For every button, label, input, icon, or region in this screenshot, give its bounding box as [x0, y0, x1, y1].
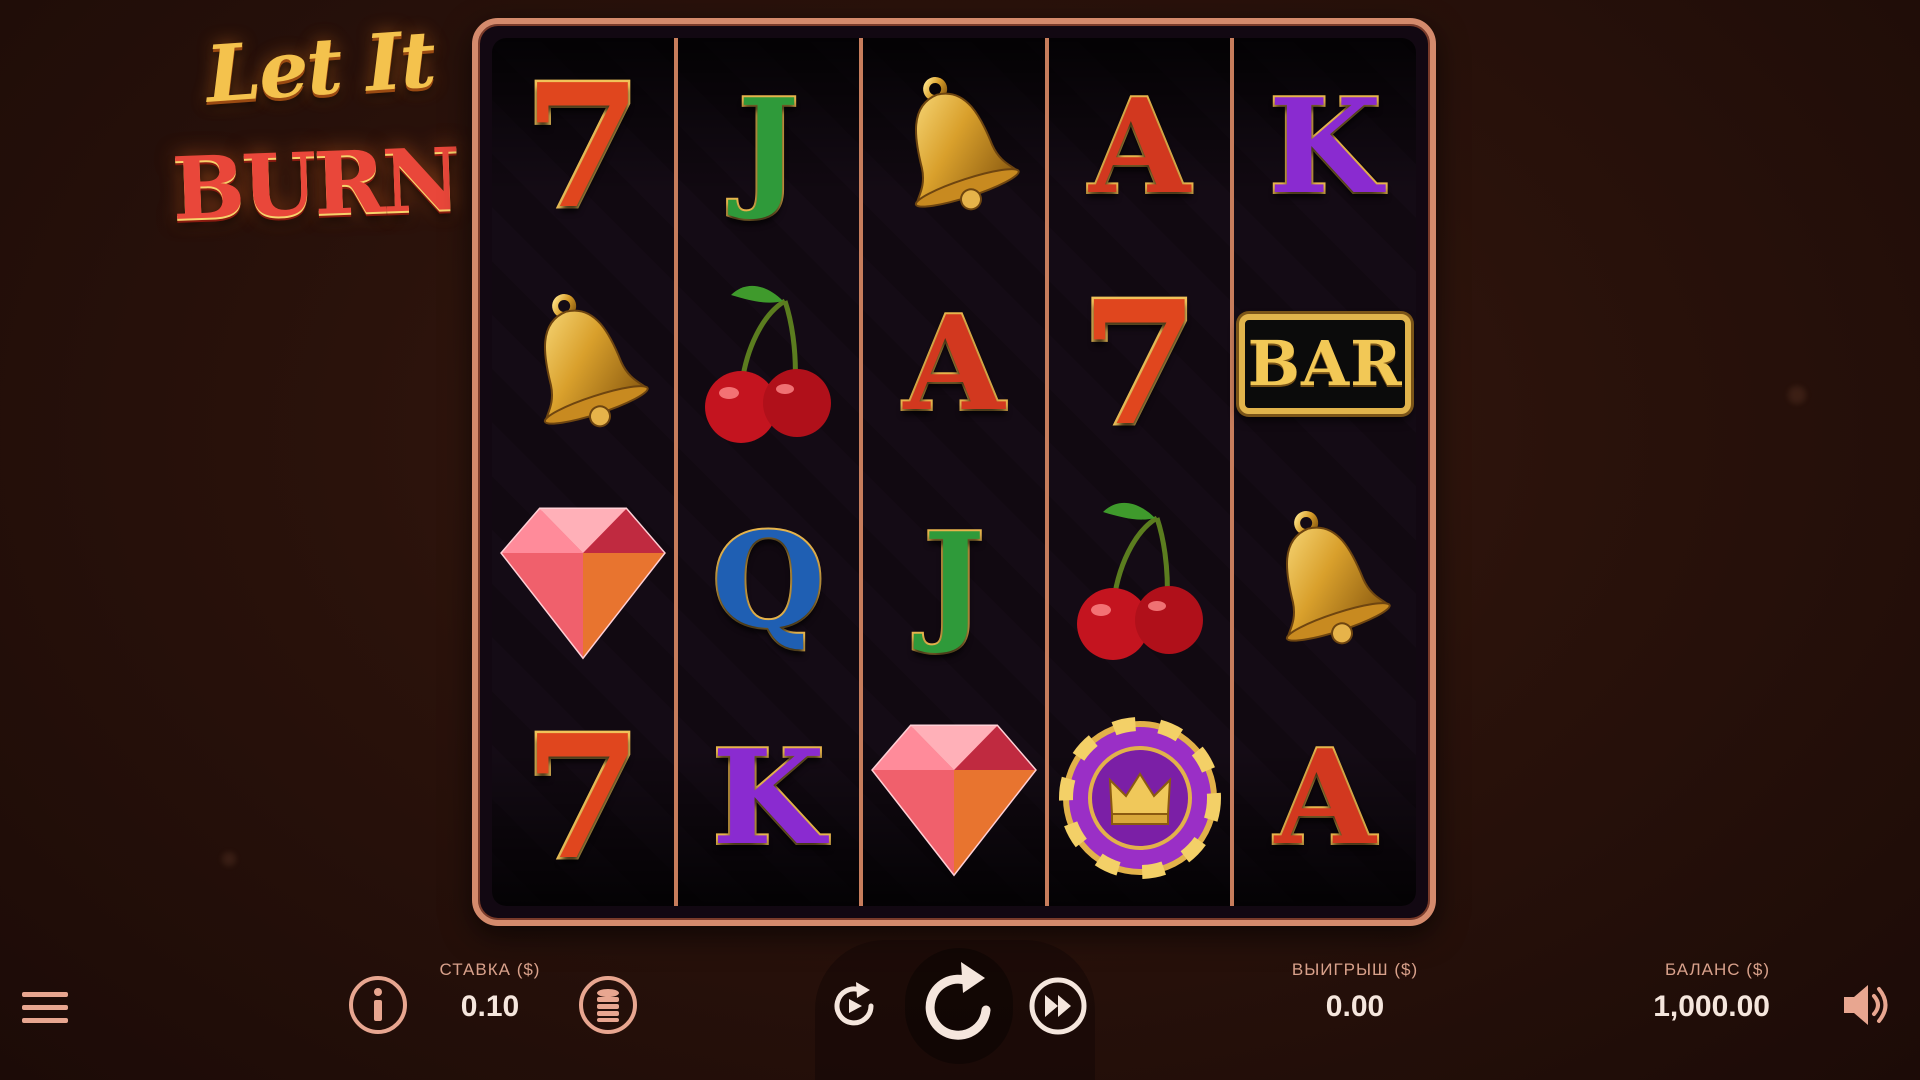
- reel-4: A7: [1048, 38, 1235, 906]
- balance-value: 1,000.00: [1653, 990, 1770, 1023]
- reel-cell: [1049, 689, 1231, 906]
- letter-symbol-k: K: [710, 720, 827, 874]
- bokeh-light: [1788, 386, 1806, 404]
- reel-1: 7 7: [492, 38, 678, 906]
- reel-cell: [1049, 472, 1231, 689]
- letter-symbol-j: J: [736, 69, 801, 223]
- reels-frame: 7 7J QK AJ A 7 K BAR A: [472, 18, 1436, 926]
- reel-cell: A: [1234, 689, 1416, 906]
- bell-symbol: [889, 72, 1020, 222]
- bet-value: 0.10: [460, 990, 520, 1023]
- logo-line-2: BURN: [170, 129, 460, 240]
- reel-cell: 7: [492, 689, 674, 906]
- reel-cell: K: [1234, 38, 1416, 255]
- reel-cell: 7: [1049, 255, 1231, 472]
- chip-symbol: [1058, 716, 1221, 879]
- turbo-icon[interactable]: [1028, 976, 1088, 1036]
- seven-symbol: 7: [521, 46, 644, 247]
- cherry-symbol: [693, 279, 843, 449]
- reel-cell: [492, 472, 674, 689]
- reel-cell: A: [1049, 38, 1231, 255]
- bar-symbol: BAR: [1239, 313, 1412, 414]
- bell-symbol: [518, 289, 649, 439]
- menu-icon[interactable]: [22, 990, 68, 1026]
- letter-symbol-a: A: [1087, 69, 1192, 223]
- game-logo: Let It BURN: [160, 14, 470, 252]
- reel-cell: A: [863, 255, 1045, 472]
- seven-symbol: 7: [521, 697, 644, 898]
- seven-symbol: 7: [1078, 263, 1201, 464]
- reel-5: K BAR A: [1234, 38, 1416, 906]
- bell-symbol: [1260, 506, 1391, 656]
- reel-cell: [1234, 472, 1416, 689]
- letter-symbol-a: A: [902, 286, 1007, 440]
- win-value: 0.00: [1325, 990, 1385, 1023]
- cherry-symbol: [1065, 496, 1215, 666]
- reel-3: AJ: [863, 38, 1049, 906]
- letter-symbol-a: A: [1273, 720, 1378, 874]
- letter-symbol-q: Q: [710, 503, 827, 657]
- info-icon[interactable]: [348, 975, 408, 1035]
- bar-symbol-text: BAR: [1247, 327, 1403, 400]
- reel-cell: [492, 255, 674, 472]
- diamond-symbol: [498, 501, 668, 661]
- reel-cell: K: [678, 689, 860, 906]
- autoplay-icon[interactable]: [826, 978, 882, 1034]
- reel-cell: [863, 38, 1045, 255]
- reel-cell: [863, 689, 1045, 906]
- bokeh-light: [222, 852, 236, 866]
- reel-cell: 7: [492, 38, 674, 255]
- spin-button[interactable]: [905, 948, 1013, 1064]
- reel-2: J QK: [677, 38, 864, 906]
- reel-cell: BAR: [1234, 255, 1416, 472]
- bet-label: СТАВКА ($): [439, 960, 541, 979]
- letter-symbol-k: K: [1267, 69, 1384, 223]
- coins-icon[interactable]: [578, 975, 638, 1035]
- reel-cell: Q: [678, 472, 860, 689]
- reel-cell: J: [863, 472, 1045, 689]
- reel-cell: [678, 255, 860, 472]
- diamond-symbol: [869, 718, 1039, 878]
- spin-icon: [925, 962, 991, 1040]
- sound-icon[interactable]: [1842, 982, 1892, 1028]
- reel-cell: J: [678, 38, 860, 255]
- logo-line-1: Let It: [203, 14, 437, 121]
- win-label: ВЫИГРЫШ ($): [1291, 960, 1419, 979]
- letter-symbol-j: J: [921, 503, 986, 657]
- balance-label: БАЛАНС ($): [1664, 960, 1770, 979]
- reels-grid: 7 7J QK AJ A 7 K BAR A: [492, 38, 1416, 906]
